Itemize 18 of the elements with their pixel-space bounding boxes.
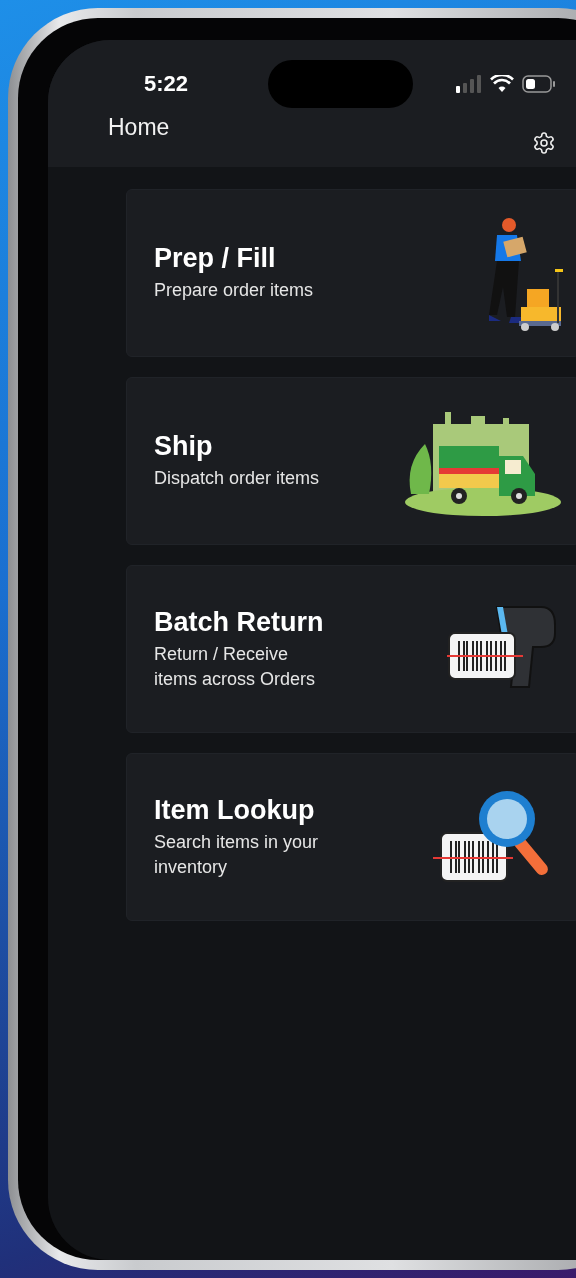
card-title: Prep / Fill xyxy=(154,243,277,275)
menu-card[interactable]: Batch Return Return / Receive items across Orders xyxy=(126,565,576,733)
card-title: Item Lookup xyxy=(154,795,316,827)
signal-icon xyxy=(456,75,482,93)
menu-card[interactable]: Prep / Fill Prepare order items xyxy=(126,189,576,357)
wifi-icon xyxy=(490,75,514,93)
battery-icon xyxy=(522,75,556,93)
settings-button[interactable] xyxy=(532,131,556,155)
card-title: Ship xyxy=(154,431,214,463)
menu-card[interactable]: Ship Dispatch order items xyxy=(126,377,576,545)
screen-title: Home xyxy=(108,114,170,142)
card-subtitle: Return / Receive items across Orders xyxy=(154,643,317,691)
status-time: 5:22 xyxy=(143,71,189,97)
card-subtitle: Search items in your inventory xyxy=(154,831,319,879)
card-subtitle: Prepare order items xyxy=(154,279,314,303)
card-title: Batch Return xyxy=(154,607,324,639)
menu-card[interactable]: Item Lookup Search items in your inventory xyxy=(126,753,576,921)
card-subtitle: Dispatch order items xyxy=(154,467,320,491)
